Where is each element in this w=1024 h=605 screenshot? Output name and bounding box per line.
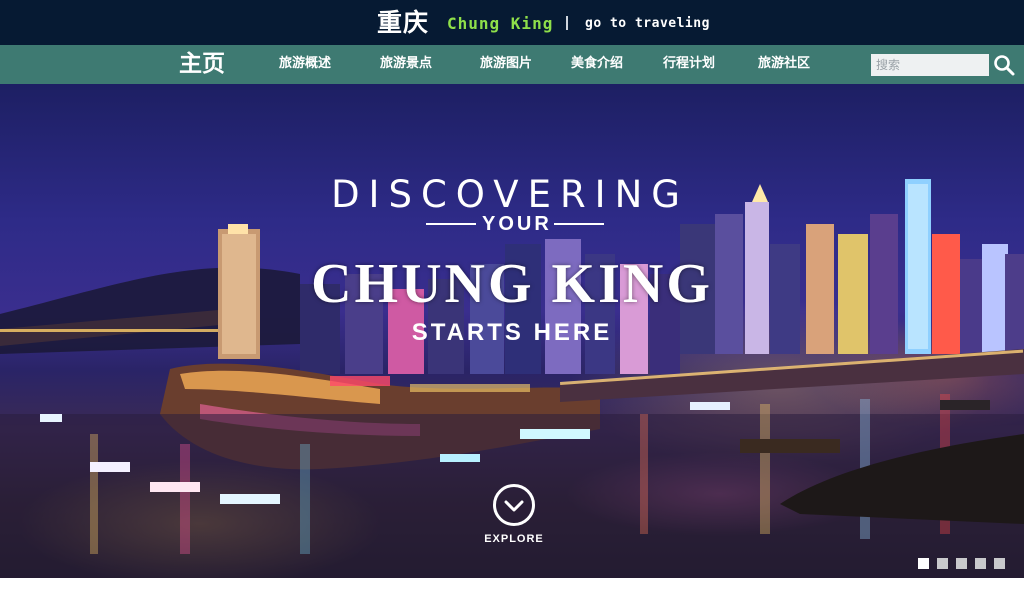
nav-item-overview[interactable]: 旅游概述 [279,54,331,74]
search-button[interactable] [992,53,1016,77]
nav-item-attractions[interactable]: 旅游景点 [380,54,432,74]
main-navigation: 主页 旅游概述 旅游景点 旅游图片 美食介绍 行程计划 旅游社区 [0,45,1024,84]
hero-headline-starts-here: STARTS HERE [411,319,613,346]
decorative-line-right [554,223,604,225]
slide-dot-5[interactable] [994,558,1005,569]
brand-tagline: go to traveling [585,16,710,31]
search-icon [994,55,1015,76]
slide-dot-4[interactable] [975,558,986,569]
hero-headline-your: YOUR [482,213,552,235]
brand-divider [566,16,568,30]
slide-dot-1[interactable] [918,558,929,569]
hero-banner: DISCOVERING YOUR CHUNG KING STARTS HERE … [0,84,1024,578]
brand-name-english: Chung King [447,14,554,33]
explore-button[interactable]: EXPLORE [482,482,546,552]
nav-item-itinerary[interactable]: 行程计划 [663,54,715,74]
top-brand-bar: 重庆 Chung King go to traveling [0,0,1024,45]
chevron-down-icon [504,500,524,512]
nav-home-link[interactable]: 主页 [179,48,225,80]
slide-dot-3[interactable] [956,558,967,569]
search-input[interactable] [871,54,989,76]
nav-item-photos[interactable]: 旅游图片 [480,54,532,74]
decorative-line-left [426,223,476,225]
hero-headline-city: CHUNG KING [311,253,713,315]
brand-name-chinese: 重庆 [377,8,430,37]
hero-subheadline: YOUR [426,212,604,236]
nav-item-food[interactable]: 美食介绍 [571,54,623,74]
slide-dot-2[interactable] [937,558,948,569]
explore-circle [493,484,535,526]
explore-label: EXPLORE [484,533,544,545]
nav-item-community[interactable]: 旅游社区 [758,54,810,74]
